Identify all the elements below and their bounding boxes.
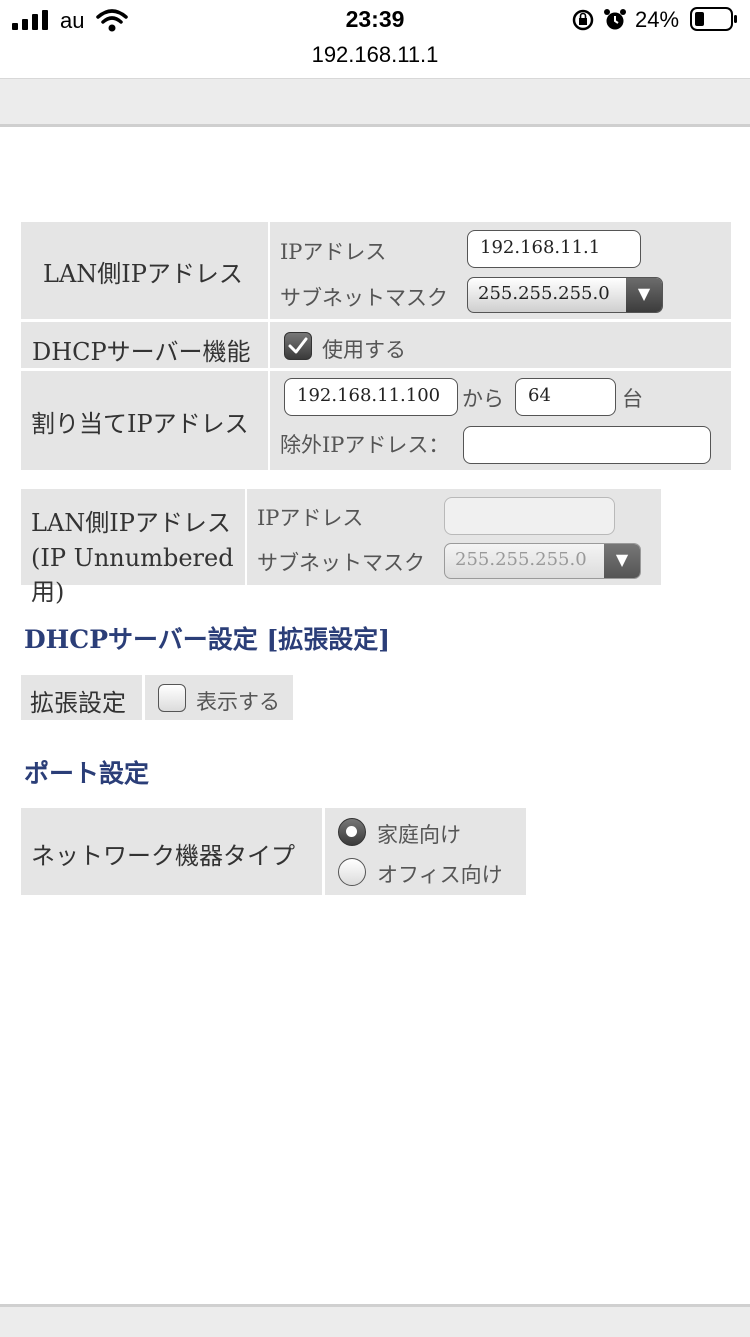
from-label: から [462, 387, 504, 411]
lan-ip-label-cell: LAN側IPアドレス [21, 222, 268, 319]
ip-address-label: IPアドレス [280, 240, 387, 264]
ext-show-checkbox[interactable] [158, 684, 186, 712]
status-bar: au 23:39 24% 192.168.11.1 [0, 0, 750, 78]
ext-show-label: 表示する [196, 690, 280, 714]
lan-subnet-select[interactable]: 255.255.255.0 ▼ [467, 277, 663, 313]
unnumbered-label-cell: LAN側IPアドレス (IP Unnumbered用) [21, 489, 245, 606]
unnumbered-subnet-value: 255.255.255.0 [455, 549, 587, 570]
radio-home-label: 家庭向け [377, 823, 461, 847]
network-type-label: ネットワーク機器タイプ [31, 842, 295, 870]
dhcp-value-cell: 使用する [270, 322, 731, 368]
unnumbered-ip-input[interactable] [444, 497, 615, 535]
assign-count-input[interactable]: 64 [515, 378, 616, 416]
ext-label: 拡張設定 [30, 689, 126, 717]
dhcp-label: DHCPサーバー機能 [32, 338, 251, 366]
port-value-cell: 家庭向け オフィス向け [325, 808, 526, 895]
browser-toolbar [0, 78, 750, 127]
radio-office-label: オフィス向け [377, 863, 503, 887]
radio-home[interactable] [338, 818, 366, 846]
dhcp-ext-heading: DHCPサーバー設定 [拡張設定] [24, 625, 391, 654]
unnumbered-label-line2: (IP Unnumbered用) [31, 544, 234, 606]
exclude-ip-input[interactable] [463, 426, 711, 464]
unnumbered-subnet-select[interactable]: 255.255.255.0 ▼ [444, 543, 641, 579]
ext-label-cell: 拡張設定 [21, 675, 142, 720]
radio-office[interactable] [338, 858, 366, 886]
alarm-icon [604, 9, 626, 30]
browser-bottom-bar [0, 1304, 750, 1337]
port-heading: ポート設定 [24, 759, 150, 788]
assign-start-input[interactable]: 192.168.11.100 [284, 378, 458, 416]
lan-ip-input[interactable]: 192.168.11.1 [467, 230, 641, 268]
battery-icon [690, 7, 737, 31]
unnumbered-ip-label: IPアドレス [257, 506, 364, 530]
dhcp-use-label: 使用する [322, 338, 406, 362]
assign-ip-label: 割り当てIPアドレス [31, 410, 249, 438]
rotation-lock-icon [572, 9, 594, 31]
assign-label-cell: 割り当てIPアドレス [21, 371, 268, 470]
battery-percentage: 24% [635, 7, 680, 32]
dropdown-arrow-icon: ▼ [604, 544, 640, 578]
checkmark-icon [288, 337, 308, 354]
unit-label: 台 [622, 387, 643, 411]
dropdown-arrow-icon: ▼ [626, 278, 662, 312]
lan-subnet-value: 255.255.255.0 [478, 283, 610, 304]
address-bar-url[interactable]: 192.168.11.1 [0, 42, 750, 68]
lan-ip-label: LAN側IPアドレス [43, 260, 243, 288]
ext-value-cell: 表示する [145, 675, 293, 720]
dhcp-label-cell: DHCPサーバー機能 [21, 322, 268, 368]
subnet-mask-label: サブネットマスク [280, 286, 448, 310]
exclude-ip-label: 除外IPアドレス： [280, 433, 450, 457]
port-label-cell: ネットワーク機器タイプ [21, 808, 322, 895]
unnumbered-label-line1: LAN側IPアドレス [31, 509, 231, 537]
dhcp-use-checkbox[interactable] [284, 332, 312, 360]
unnumbered-mask-label: サブネットマスク [257, 551, 425, 575]
radio-dot [346, 826, 357, 837]
